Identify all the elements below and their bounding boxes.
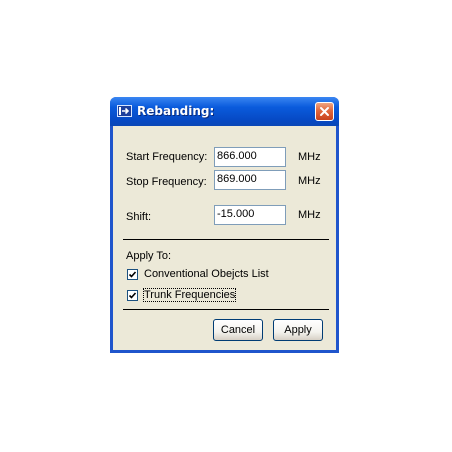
stop-frequency-field[interactable]: 869.000 — [214, 170, 286, 190]
shift-field[interactable]: -15.000 — [214, 205, 286, 225]
divider — [123, 239, 329, 240]
dialog-title: Rebanding: — [137, 104, 215, 118]
title-bar[interactable]: Rebanding: — [110, 97, 339, 126]
trunk-frequencies-label[interactable]: Trunk Frequencies — [142, 288, 237, 302]
checkmark-icon — [128, 271, 137, 278]
shift-label: Shift: — [126, 211, 152, 223]
divider — [123, 309, 329, 310]
close-icon — [320, 107, 329, 116]
arrow-into-box-icon — [117, 105, 132, 117]
dialog-body: Start Frequency: 866.000 MHz Stop Freque… — [113, 126, 336, 350]
start-frequency-field[interactable]: 866.000 — [214, 147, 286, 167]
start-frequency-unit: MHz — [298, 151, 321, 163]
stop-frequency-unit: MHz — [298, 175, 321, 187]
cancel-button[interactable]: Cancel — [213, 319, 263, 341]
checkmark-icon — [128, 292, 137, 299]
stop-frequency-label: Stop Frequency: — [126, 176, 207, 188]
close-button[interactable] — [315, 102, 334, 121]
start-frequency-label: Start Frequency: — [126, 151, 208, 163]
rebanding-dialog: Rebanding: Start Frequency: 866.000 MHz … — [110, 97, 339, 353]
apply-button[interactable]: Apply — [273, 319, 323, 341]
trunk-frequencies-checkbox[interactable] — [127, 290, 138, 301]
conventional-objects-label[interactable]: Conventional Obejcts List — [144, 268, 269, 280]
shift-unit: MHz — [298, 209, 321, 221]
conventional-objects-checkbox[interactable] — [127, 269, 138, 280]
apply-to-label: Apply To: — [126, 250, 172, 262]
